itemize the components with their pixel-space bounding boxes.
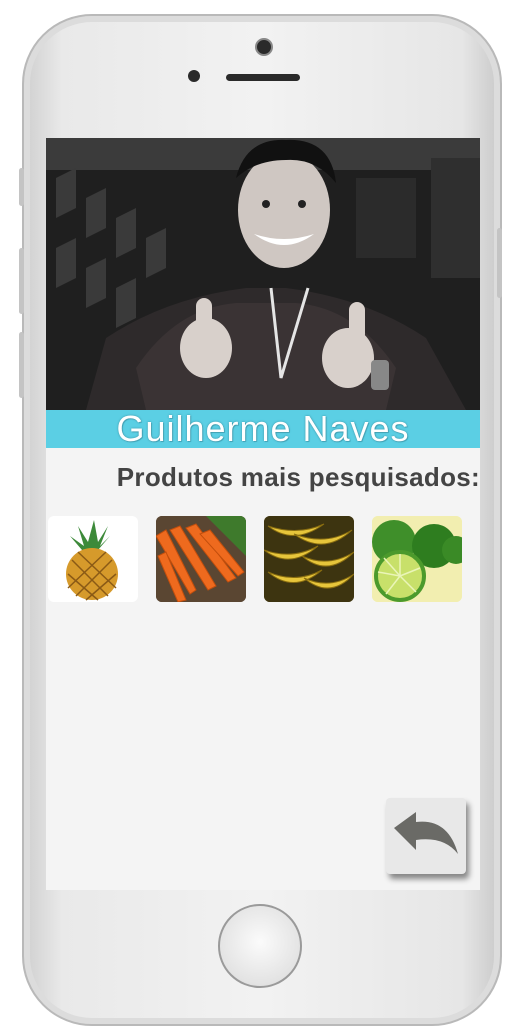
earpiece-speaker bbox=[226, 74, 300, 81]
bananas-image bbox=[264, 516, 354, 602]
undo-button[interactable] bbox=[386, 798, 466, 874]
profile-name-banner: Guilherme Naves bbox=[46, 410, 480, 448]
proximity-sensor bbox=[188, 70, 200, 82]
product-pineapple[interactable] bbox=[48, 516, 138, 602]
front-camera bbox=[255, 38, 273, 56]
product-limes[interactable] bbox=[372, 516, 462, 602]
home-button[interactable] bbox=[218, 904, 302, 988]
limes-image bbox=[372, 516, 462, 602]
phone-volume-up bbox=[19, 248, 24, 314]
profile-name: Guilherme Naves bbox=[116, 408, 410, 449]
undo-arrow-icon bbox=[394, 812, 458, 854]
phone-side-button-top bbox=[19, 168, 24, 206]
section-title: Produtos mais pesquisados: bbox=[116, 462, 480, 492]
product-list bbox=[46, 516, 480, 602]
profile-photo-graphic bbox=[46, 138, 480, 410]
pineapple-image bbox=[66, 520, 118, 601]
product-bananas[interactable] bbox=[264, 516, 354, 602]
phone-power-button bbox=[497, 228, 502, 298]
product-carrots[interactable] bbox=[156, 516, 246, 602]
app-screen: Guilherme Naves Produtos mais pesquisado… bbox=[46, 138, 480, 890]
profile-photo bbox=[46, 138, 480, 410]
phone-volume-down bbox=[19, 332, 24, 398]
carrots-image bbox=[156, 516, 246, 602]
